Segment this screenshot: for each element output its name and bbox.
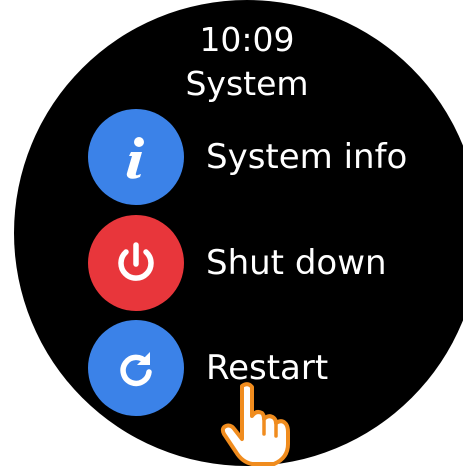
page-title: System: [185, 64, 309, 103]
system-info-icon-button[interactable]: [88, 109, 184, 205]
screenshot-stage: 10:09 System System info Shut down Resta…: [0, 0, 463, 466]
restart-icon-button[interactable]: [88, 320, 184, 416]
menu-item-system-info[interactable]: System info: [88, 109, 407, 205]
clock-time: 10:09: [199, 20, 295, 59]
restart-icon: [120, 352, 152, 387]
shut-down-icon-button[interactable]: [88, 215, 184, 311]
menu-item-label: Shut down: [206, 243, 387, 283]
menu-item-shut-down[interactable]: Shut down: [88, 215, 387, 311]
power-icon: [118, 242, 154, 281]
menu-item-label: System info: [206, 137, 408, 177]
hand-pointer-icon: [220, 382, 290, 466]
info-icon: [126, 137, 144, 179]
